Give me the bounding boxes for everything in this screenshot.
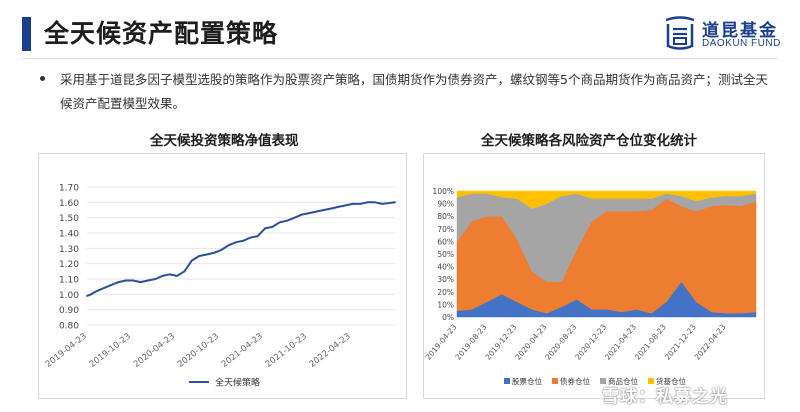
nav-data-point (330, 207, 333, 210)
y-tick-label: 80% (437, 212, 454, 221)
y-tick-label: 1.00 (59, 291, 79, 301)
nav-series-line (86, 201, 396, 297)
nav-data-point (235, 241, 237, 244)
nav-data-point (139, 281, 142, 283)
nav-data-point (256, 235, 259, 237)
legend-swatch (552, 378, 558, 384)
nav-data-point (264, 227, 266, 230)
nav-data-point (95, 290, 98, 293)
nav-data-point (308, 212, 311, 214)
x-tick-label: 2022-04-23 (308, 331, 353, 369)
logo-mark-icon (665, 16, 695, 50)
y-tick-label: 1.10 (59, 276, 79, 286)
y-tick-label: 1.30 (59, 245, 79, 255)
nav-data-point (117, 281, 120, 283)
nav-data-point (90, 293, 92, 296)
nav-data-point (286, 219, 289, 222)
nav-data-point (102, 287, 105, 290)
company-logo: 道昆基金 DAOKUN FUND (662, 14, 782, 54)
nav-data-point (242, 239, 245, 242)
title-accent-bar (22, 17, 31, 51)
y-tick-label: 0.80 (59, 322, 79, 332)
y-tick-label: 1.60 (59, 199, 79, 209)
nav-data-point (366, 201, 369, 204)
y-tick-label: 90% (437, 200, 454, 209)
nav-data-point (323, 209, 325, 211)
nav-data-point (293, 216, 296, 219)
x-tick-label: 2019-10-23 (88, 331, 133, 369)
y-tick-label: 30% (437, 275, 454, 284)
nav-data-point (381, 202, 384, 205)
y-tick-label: 10% (437, 300, 454, 309)
nav-data-point (300, 213, 303, 216)
y-tick-label: 100% (433, 187, 454, 196)
nav-data-point (337, 206, 340, 208)
nav-data-point (161, 275, 164, 277)
watermark: 雪球：私募之光 (602, 387, 728, 407)
y-tick-label: 0.90 (59, 306, 79, 316)
nav-chart-panel: 0.80 0.90 1.00 1.10 1.20 1.30 1.40 1.50 1.60 1.70… (38, 153, 407, 399)
nav-data-point (249, 236, 252, 239)
x-tick-label: 2021-10-23 (264, 331, 309, 369)
nav-data-point (351, 202, 354, 205)
header-rule (22, 58, 778, 59)
nav-line-chart: 0.80 0.90 1.00 1.10 1.20 1.30 1.40 1.50 1.60 1.70… (44, 184, 396, 389)
nav-data-point (124, 279, 127, 282)
legend-label: 股票仓位 (512, 376, 542, 386)
nav-data-point (374, 201, 376, 204)
nav-data-point (147, 279, 149, 282)
nav-data-point (176, 275, 178, 277)
y-tick-label: 1.20 (59, 260, 79, 270)
y-tick-label: 1.40 (59, 230, 79, 240)
y-tick-label: 1.50 (59, 214, 79, 224)
nav-chart-title: 全天候投资策略净值表现 (150, 133, 299, 149)
page-title: 全天候资产配置策略 (44, 19, 279, 48)
y-tick-label: 20% (437, 288, 454, 297)
legend-label: 债券仓位 (560, 376, 590, 386)
y-tick-label: 50% (437, 250, 454, 259)
logo-name-en: DAOKUN FUND (702, 38, 781, 49)
nav-data-point (278, 221, 281, 224)
bullet-text: 采用基于道昆多因子模型选股的策略作为股票资产策略，国债期货作为债券资产，螺纹钢等… (60, 72, 768, 111)
nav-data-point (359, 202, 362, 205)
nav-data-point (168, 273, 171, 276)
nav-data-point (213, 252, 215, 254)
nav-data-point (110, 284, 112, 287)
legend-swatch (504, 378, 510, 384)
nav-data-point (154, 278, 157, 280)
x-tick-label: 2020-10-23 (176, 331, 221, 369)
position-area-chart: 0%10%20%30%40%50%60%70%80%90%100%2019-04… (424, 187, 757, 386)
y-tick-label: 70% (437, 225, 454, 234)
x-tick-label: 2022-04-23 (693, 322, 728, 361)
nav-data-point (344, 204, 347, 207)
y-tick-label: 60% (437, 237, 454, 246)
nav-data-point (394, 201, 396, 204)
nav-data-point (227, 244, 230, 247)
nav-data-point (132, 279, 135, 282)
nav-data-point (190, 259, 193, 262)
nav-data-point (271, 225, 274, 228)
x-tick-label: 2021-04-23 (220, 331, 265, 369)
nav-data-point (183, 270, 186, 273)
nav-data-point (86, 294, 88, 297)
legend-label: 全天候策略 (215, 377, 260, 389)
x-tick-label: 2019-04-23 (44, 331, 89, 369)
y-tick-label: 40% (437, 263, 454, 272)
bullet-dot (40, 76, 45, 81)
nav-data-point (220, 248, 223, 251)
y-tick-label: 0% (442, 313, 454, 322)
position-chart-title: 全天候策略各风险资产仓位变化统计 (481, 133, 697, 149)
nav-data-point (315, 210, 318, 213)
x-tick-label: 2020-04-23 (132, 331, 177, 369)
nav-data-point (205, 253, 208, 256)
position-chart-panel: 0% 10% 20% 30% 40% 50% 60% 70% 80% 90% 100% 2019-04… (423, 153, 765, 399)
y-tick-label: 1.70 (59, 184, 79, 194)
nav-data-point (198, 255, 201, 257)
